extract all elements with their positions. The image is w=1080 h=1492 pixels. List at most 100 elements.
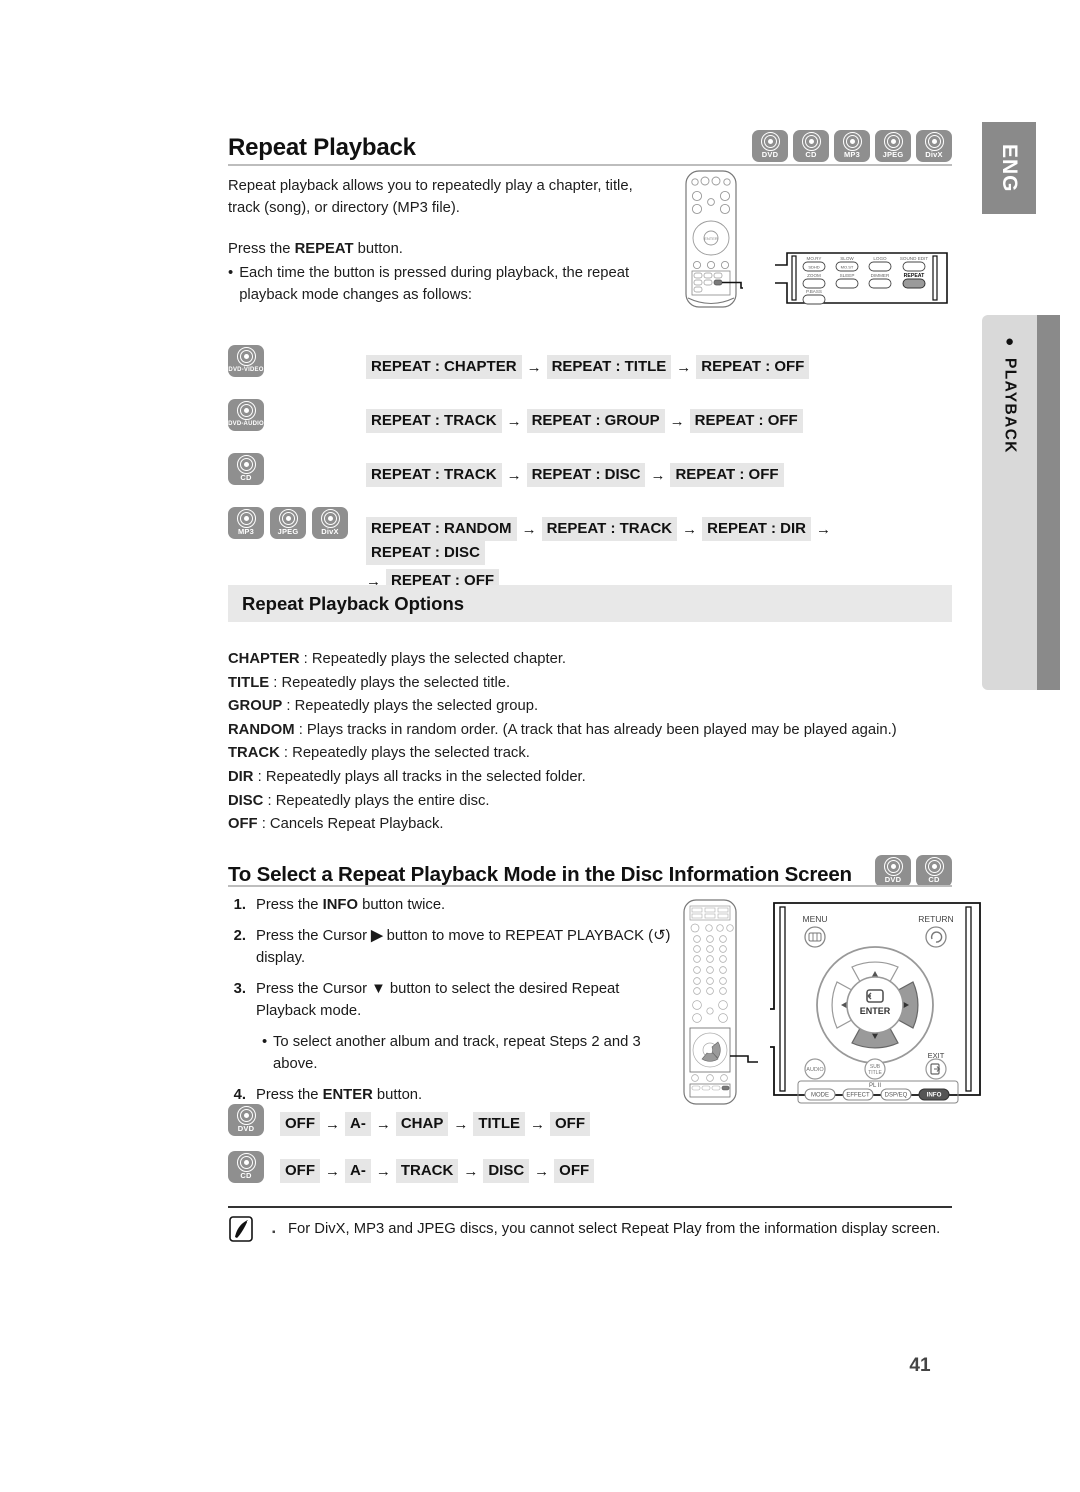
sequence-chip: REPEAT : DIR: [702, 517, 812, 541]
step-number: 4.: [233, 1087, 246, 1103]
repeat-label: REPEAT: [904, 273, 925, 279]
note-divider: [228, 1206, 952, 1208]
sequence-chip: REPEAT : TRACK: [541, 517, 678, 541]
audio-label: AUDIO: [806, 1067, 824, 1073]
disc-badge-label: DVD: [237, 1124, 255, 1133]
svg-text:SDHD: SDHD: [808, 265, 819, 270]
disc-badge-mp3: MP3: [834, 130, 870, 162]
sequence-chip: CHAP: [395, 1112, 449, 1136]
sequence-chip: REPEAT : OFF: [689, 409, 803, 433]
enter-button: [846, 976, 904, 1034]
remote-control-illustration-top: ENTER: [683, 170, 753, 315]
repeat-button-highlight: [713, 279, 723, 286]
instruction-step: 3. Press the Cursor ▼ button to select th…: [222, 978, 672, 1022]
disc-badge-dvd-audio: DVD-AUDIO: [228, 399, 264, 431]
step-text: Press the Cursor ▼ button to select the …: [256, 978, 672, 1022]
step-fragment: button.: [372, 1087, 423, 1103]
sequence-arrow-icon: →: [325, 1115, 340, 1133]
sequence-chip: A-: [345, 1159, 371, 1183]
menu-label: MENU: [802, 914, 827, 924]
option-key: RANDOM: [228, 721, 295, 738]
svg-text:MO.ST: MO.ST: [841, 265, 854, 270]
sequence-arrow-icon: →: [682, 520, 698, 538]
disc-badge-label: DivX: [321, 527, 339, 536]
sequence-chip: OFF: [280, 1112, 320, 1136]
sequence-arrow-icon: →: [463, 1162, 479, 1180]
disc-icon: [801, 132, 821, 151]
menu-icon: [804, 926, 826, 948]
sequence-text: OFF → A- → TRACK → DISC → OFF: [280, 1151, 828, 1183]
svg-text:P.BASS: P.BASS: [806, 289, 822, 294]
svg-text:MODE: MODE: [811, 1093, 829, 1099]
disc-icon: [924, 857, 944, 876]
substep-bullet-icon: •: [262, 1034, 268, 1050]
sequence-text: REPEAT : CHAPTER → REPEAT : TITLE → REPEAT :…: [366, 345, 952, 379]
sequence-chip: A-: [345, 1112, 371, 1136]
press-suffix: button.: [353, 241, 403, 257]
return-icon: [925, 926, 947, 948]
disc-badge-label: DVD-VIDEO: [228, 367, 264, 373]
section2-title: To Select a Repeat Playback Mode in the …: [228, 863, 852, 886]
section-tab-label: PLAYBACK: [1001, 358, 1019, 455]
note-square-icon: ▪: [272, 1227, 276, 1238]
sequence-arrow-icon: →: [521, 520, 537, 538]
sequence-chip: OFF: [554, 1159, 595, 1183]
sequence-disc-icons: DVD-VIDEO: [228, 345, 366, 377]
option-description: : Plays tracks in random order. (A track…: [294, 721, 897, 738]
press-repeat-line: Press the REPEAT button.: [228, 239, 668, 261]
instruction-steps: 1. Press the INFO button twice. 2. Press th…: [222, 894, 672, 1115]
option-key: TITLE: [228, 674, 270, 691]
enter-label: ENTER: [860, 1006, 891, 1016]
step-number: 2.: [233, 928, 246, 944]
repeat-sequence-list: DVD-VIDEO REPEAT : CHAPTER → REPEAT : TITLE…: [228, 345, 952, 607]
remote-control-illustration-bottom: [678, 898, 758, 1113]
page-header: Repeat Playback DVD CD MP3 JPEG DivX: [228, 130, 952, 162]
sequence-line: REPEAT : RANDOM → REPEAT : TRACK → REPEAT : …: [366, 517, 952, 565]
note-block: ▪ For DivX, MP3 and JPEG discs, you cann…: [228, 1212, 952, 1250]
step-number: 1.: [233, 897, 246, 913]
sequence-arrow-icon: →: [375, 1115, 391, 1133]
repeat-button-name: REPEAT: [294, 241, 354, 257]
sequence-chip: OFF: [550, 1112, 591, 1136]
disc-icon: [278, 509, 298, 528]
sequence-row: DVD-VIDEO REPEAT : CHAPTER → REPEAT : TITLE…: [228, 345, 952, 385]
sequence-chip: REPEAT : DISC: [526, 463, 646, 487]
sequence-text: REPEAT : TRACK → REPEAT : DISC → REPEAT : OF…: [366, 453, 952, 487]
pl2-label: PL II: [869, 1083, 881, 1089]
step-fragment: Press the Cursor: [256, 928, 372, 944]
sequence-arrow-icon: →: [530, 1115, 546, 1133]
svg-text:ZOOM: ZOOM: [807, 273, 821, 278]
disc-badge-divx: DivX: [916, 130, 952, 162]
step-substep: • To select another album and track, repe…: [262, 1031, 672, 1075]
section2-header: To Select a Repeat Playback Mode in the …: [228, 855, 952, 887]
disc-badge-jpeg: JPEG: [270, 507, 306, 539]
subtitle-label-2: TITLE: [868, 1070, 882, 1076]
option-description: : Repeatedly plays all tracks in the sel…: [253, 768, 586, 785]
bullet-text: Each time the button is pressed during p…: [239, 265, 630, 303]
option-item: TITLE : Repeatedly plays the selected ti…: [228, 672, 958, 696]
sequence-disc-icons: CD: [228, 453, 366, 485]
disc-icon: [842, 132, 862, 151]
sequence-row: CD REPEAT : TRACK → REPEAT : DISC → REPEAT : …: [228, 453, 952, 493]
step-fragment: Press the Cursor: [256, 981, 372, 997]
section-tab-bullet-icon: ●: [1001, 333, 1018, 352]
step-number: 3.: [233, 981, 246, 997]
disc-badge-jpeg: JPEG: [875, 130, 911, 162]
page-title: Repeat Playback: [228, 134, 416, 161]
svg-text:DIMMER: DIMMER: [871, 273, 890, 278]
sequence-arrow-icon: →: [506, 466, 522, 484]
disc-badge-label: CD: [805, 150, 817, 159]
sequence-text: OFF → A- → CHAP → TITLE → OFF: [280, 1104, 828, 1136]
disc-icon: [236, 347, 256, 366]
sequence-arrow-icon: →: [676, 358, 692, 376]
disc-icon: [236, 455, 256, 474]
return-label: RETURN: [918, 914, 953, 924]
disc-info-sequence-list: DVD OFF → A- → CHAP → TITLE → OFF CD OFF → A- → TRACK → D…: [228, 1104, 828, 1198]
disc-badge-label: JPEG: [277, 527, 299, 536]
svg-text:SOUND EDIT: SOUND EDIT: [900, 256, 929, 261]
sequence-row: DVD-AUDIO REPEAT : TRACK → REPEAT : GROUP → R…: [228, 399, 952, 439]
language-tab-label: ENG: [998, 143, 1021, 193]
intro-bullet: • Each time the button is pressed during…: [228, 263, 676, 306]
step-emphasis: INFO: [322, 897, 358, 913]
sequence-chip: TRACK: [395, 1159, 459, 1183]
